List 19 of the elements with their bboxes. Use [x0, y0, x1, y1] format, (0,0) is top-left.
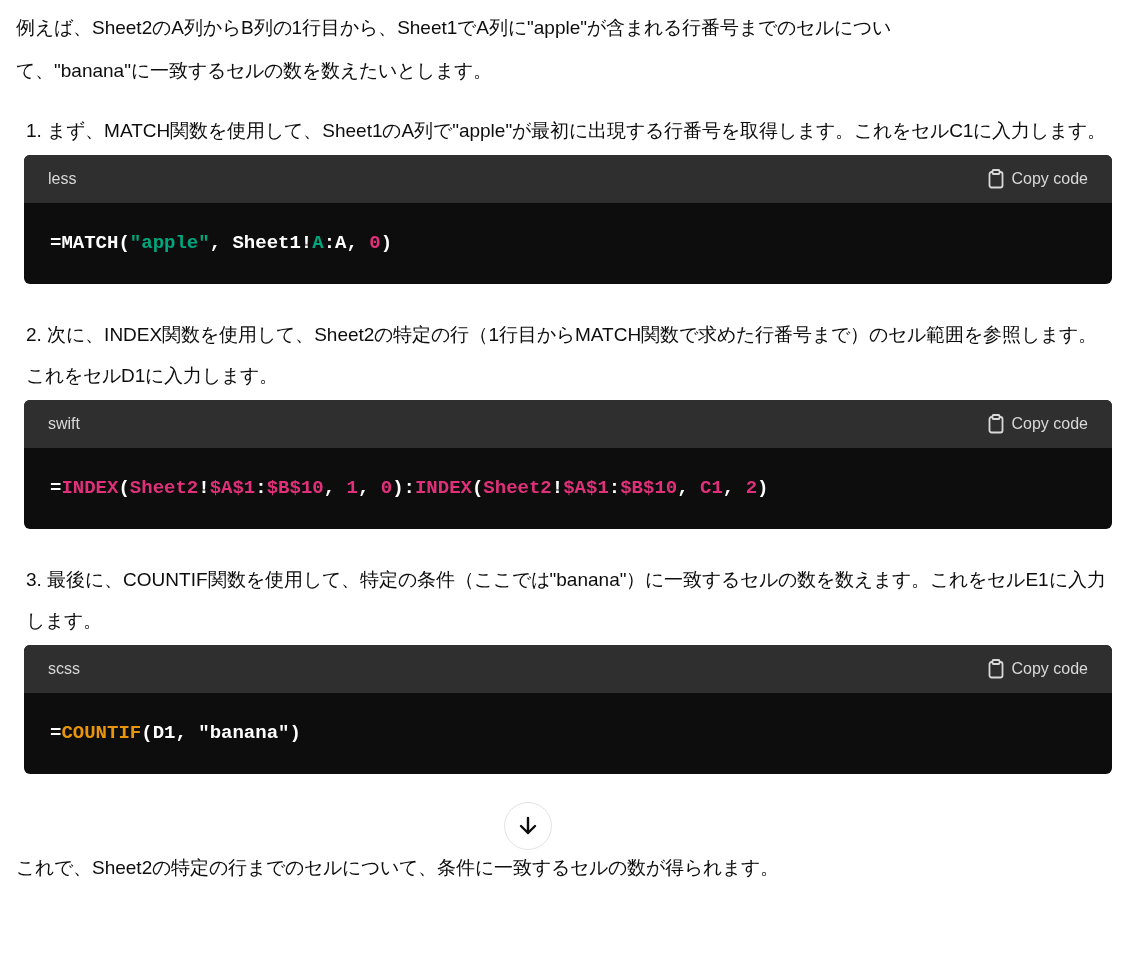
copy-code-button[interactable]: Copy code: [987, 414, 1088, 434]
copy-code-button[interactable]: Copy code: [987, 659, 1088, 679]
closing-paragraph: これで、Sheet2の特定の行までのセルについて、条件に一致するセルの数が得られます。: [16, 856, 781, 880]
clipboard-icon: [987, 659, 1004, 679]
code-language: scss: [48, 660, 80, 678]
copy-code-button[interactable]: Copy code: [987, 169, 1088, 189]
intro-paragraph: 例えば、Sheet2のA列からB列の1行目から、Sheet1でA列に"apple"が含まれる行番号までのセルについて、"banana"に一致するセルの数を数えたいとします。: [16, 16, 892, 83]
scroll-down-button[interactable]: [504, 802, 552, 850]
step-paragraph: 3. 最後に、COUNTIF関数を使用して、特定の条件（ここでは"banana"）に一致するセルの数を数えます。これをセルE1に入力します。: [26, 568, 1107, 633]
code-line: =MATCH("apple", Sheet1!A:A, 0): [50, 232, 393, 254]
clipboard-icon: [987, 414, 1004, 434]
code-line: =COUNTIF(D1, "banana"): [50, 722, 301, 744]
step-paragraph: 2. 次に、INDEX関数を使用して、Sheet2の特定の行（1行目からMATCH関数で求めた行番号まで）のセル範囲を参照します。これをセルD1に入力します。: [26, 323, 1099, 388]
clipboard-icon: [987, 169, 1004, 189]
code-line: =INDEX(Sheet2!$A$1:$B$10, 1, 0):INDEX(Sheet2!$A$1:$B$10, C1, 2): [50, 477, 769, 499]
code-language: swift: [48, 415, 80, 433]
code-language: less: [48, 170, 77, 188]
down-arrow-icon: [519, 816, 537, 836]
step-paragraph: 1. まず、MATCH関数を使用して、Sheet1のA列で"apple"が最初に出現する行番号を取得します。これをセルC1に入力します。: [26, 119, 1108, 143]
